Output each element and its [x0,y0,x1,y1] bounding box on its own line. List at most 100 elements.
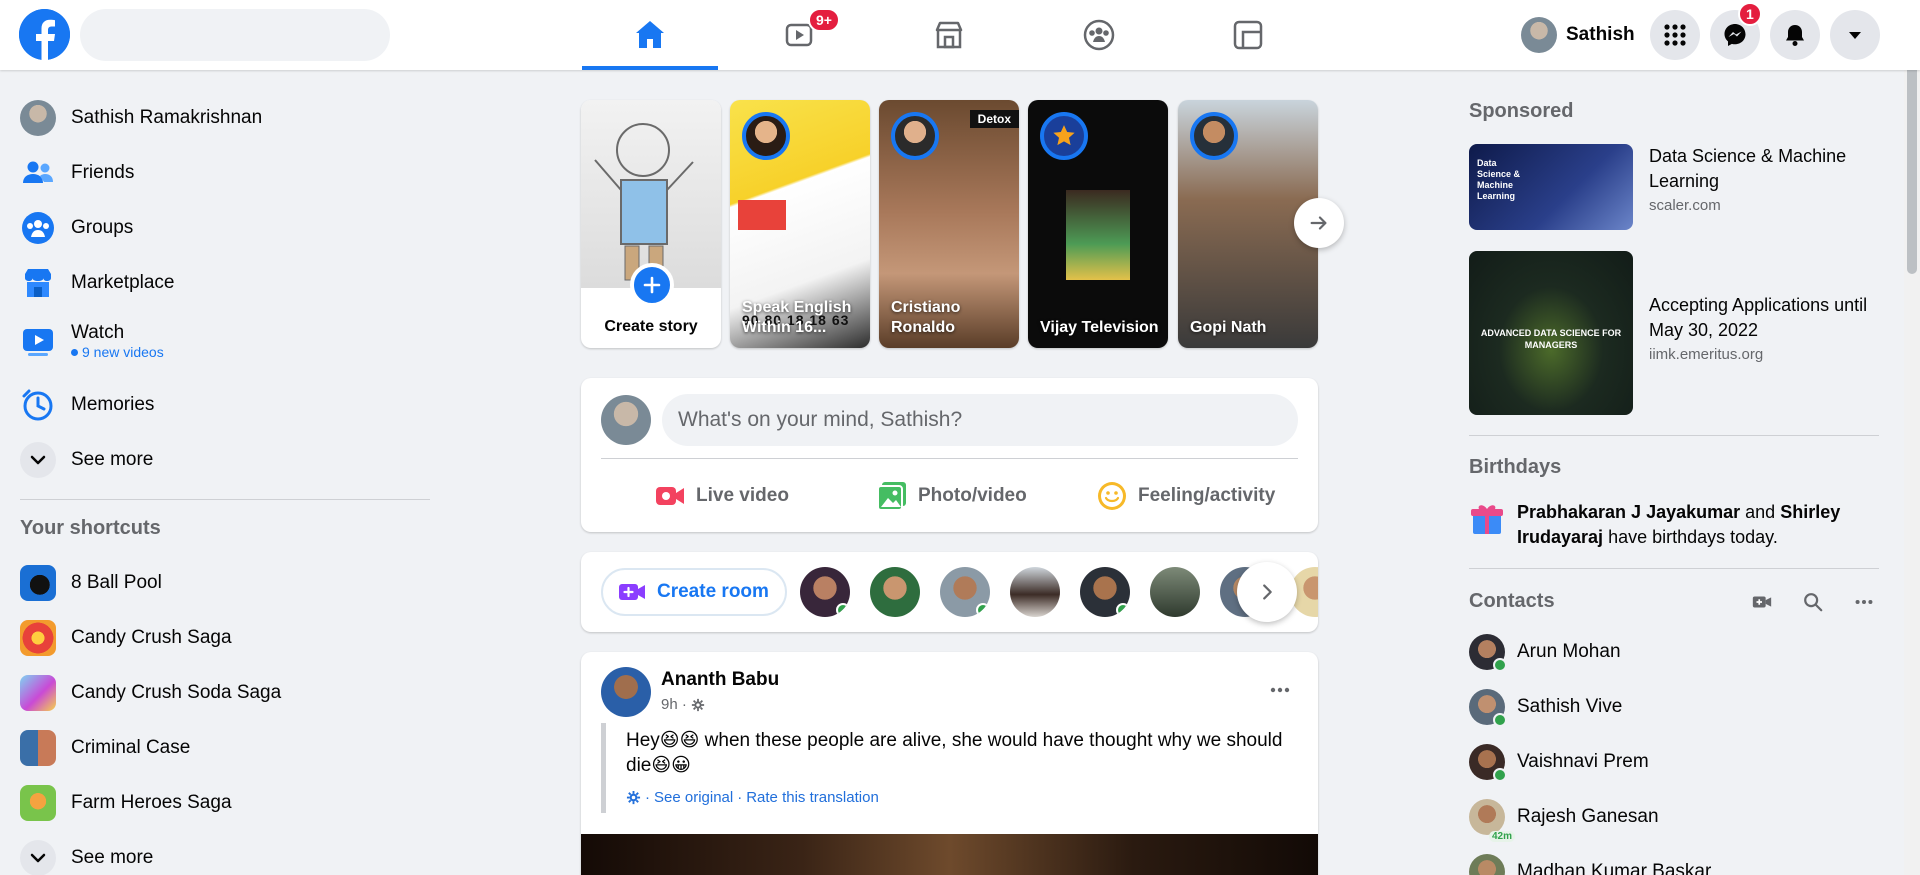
search-icon[interactable] [1802,591,1824,613]
online-friend-avatar[interactable] [870,567,920,617]
story-avatar [891,112,939,160]
shortcut-label: See more [71,846,154,868]
see-original-link[interactable]: See original [654,789,733,806]
contact-name: Sathish Vive [1517,696,1623,717]
online-friend-avatar[interactable] [1080,567,1130,617]
right-rail: Sponsored Data Science & Machine Learnin… [1460,70,1880,875]
post-options-button[interactable] [1260,670,1300,710]
new-room-icon[interactable] [1751,591,1773,613]
create-room-button[interactable]: Create room [601,568,787,616]
post-media[interactable] [581,834,1318,875]
account-menu-button[interactable] [1830,10,1880,60]
shortcut-8-ball-pool[interactable]: 8 Ball Pool [9,555,429,610]
post-author-avatar[interactable] [601,667,651,717]
shortcut-label: Farm Heroes Saga [71,791,232,813]
sidebar-item-label: Sathish Ramakrishnan [71,106,263,128]
post-author-name[interactable]: Ananth Babu [661,669,779,691]
shortcut-candy-crush-soda-saga[interactable]: Candy Crush Soda Saga [9,665,429,720]
profile-chip[interactable]: Sathish [1518,14,1645,56]
online-friend-avatar[interactable] [1150,567,1200,617]
sponsored-ad[interactable]: Data Science & Machine Learning Data Sci… [1469,144,1879,230]
page-scrollbar[interactable] [1904,0,1920,875]
contact-item[interactable]: Arun Mohan [1469,626,1621,678]
tab-home[interactable] [582,0,718,70]
messenger-button[interactable]: 1 [1710,2,1762,60]
contact-item[interactable]: Vaishnavi Prem [1469,736,1649,788]
star-icon [1053,125,1075,146]
online-friend-avatar[interactable] [800,567,850,617]
add-story-button[interactable] [630,263,674,307]
stories-next-button[interactable] [1294,198,1344,248]
shortcut-candy-crush-saga[interactable]: Candy Crush Saga [9,610,429,665]
online-indicator [1493,658,1507,672]
story-name: Gopi Nath [1190,319,1267,336]
video-plus-icon [619,584,645,600]
see-more-button[interactable]: See more [9,432,429,487]
notifications-button[interactable] [1770,10,1820,60]
marketplace-icon [935,21,963,49]
online-friend-avatar[interactable] [1010,567,1060,617]
arrow-right-icon [1310,216,1327,230]
left-sidebar: Sathish Ramakrishnan Friends Groups Mark… [0,70,440,875]
photo-video-button[interactable]: Photo/video [876,472,1027,520]
tab-gaming[interactable] [1180,0,1316,70]
contact-item[interactable]: 42m Rajesh Ganesan [1469,791,1659,843]
story-card[interactable]: Vijay Television [1028,100,1168,348]
online-indicator [1493,768,1507,782]
live-video-button[interactable]: Live video [654,472,789,520]
sidebar-item-watch[interactable]: Watch 9 new videos [9,310,429,372]
photo-video-label: Photo/video [918,485,1027,506]
menu-button[interactable] [1650,10,1700,60]
shortcuts-see-more-button[interactable]: See more [9,830,429,875]
online-friend-avatar[interactable] [940,567,990,617]
post-meta: 9h · [661,696,705,713]
sidebar-item-profile[interactable]: Sathish Ramakrishnan [9,90,429,145]
story-card[interactable]: 90 80 18 18 63 Speak English Within 16..… [730,100,870,348]
separator: · [645,789,650,806]
groups-icon [20,210,56,246]
rate-translation-link[interactable]: Rate this translation [746,789,879,806]
story-avatar [1040,112,1088,160]
birthday-notice[interactable]: Prabhakaran J Jayakumar and Shirley Irud… [1469,500,1879,550]
sponsored-ad[interactable]: ADVANCED DATA SCIENCE FOR MANAGERS Accep… [1469,251,1879,415]
shortcut-label: Candy Crush Soda Saga [71,681,282,703]
birthday-rest: have birthdays today. [1608,527,1778,547]
contact-item[interactable]: Sathish Vive [1469,681,1622,733]
create-story-card[interactable]: Create story [581,100,721,348]
contact-item[interactable]: Madhan Kumar Baskar [1469,846,1711,875]
more-horizontal-icon[interactable] [1853,591,1875,613]
sidebar-item-label: Watch [71,322,125,343]
separator: · [737,789,743,806]
plus-icon [643,276,661,294]
last-active-badge: 42m [1489,831,1516,842]
avatar [20,99,56,136]
story-card[interactable]: Detox Cristiano Ronaldo [879,100,1019,348]
shortcut-criminal-case[interactable]: Criminal Case [9,720,429,775]
sidebar-item-friends[interactable]: Friends [9,145,429,200]
messenger-badge: 1 [1738,2,1762,26]
shortcut-farm-heroes-saga[interactable]: Farm Heroes Saga [9,775,429,830]
search-bar[interactable] [80,9,390,61]
tab-groups[interactable] [1031,0,1167,70]
whats-on-your-mind-input[interactable]: What's on your mind, Sathish? [662,394,1298,446]
tab-marketplace[interactable] [881,0,1017,70]
ad-thumbnail: ADVANCED DATA SCIENCE FOR MANAGERS [1469,251,1633,415]
rooms-next-button[interactable] [1237,562,1297,622]
feeling-activity-button[interactable]: Feeling/activity [1096,472,1275,520]
post-time[interactable]: 9h · [661,696,687,713]
sidebar-item-groups[interactable]: Groups [9,200,429,255]
live-video-icon [656,487,684,505]
sidebar-item-marketplace[interactable]: Marketplace [9,255,429,310]
chevron-down-icon [20,441,56,478]
facebook-logo-icon[interactable] [19,9,70,60]
photo-icon [877,482,906,511]
chevron-down-icon [20,839,56,875]
watch-badge: 9+ [808,8,840,32]
more-horizontal-icon [1270,687,1290,693]
sidebar-item-label: Memories [71,393,155,415]
sidebar-item-memories[interactable]: Memories [9,377,429,432]
divider [601,458,1298,459]
search-input[interactable] [80,9,390,61]
tab-watch[interactable]: 9+ [732,0,868,70]
ad-title: Accepting Applications until May 30, 202… [1649,295,1868,340]
